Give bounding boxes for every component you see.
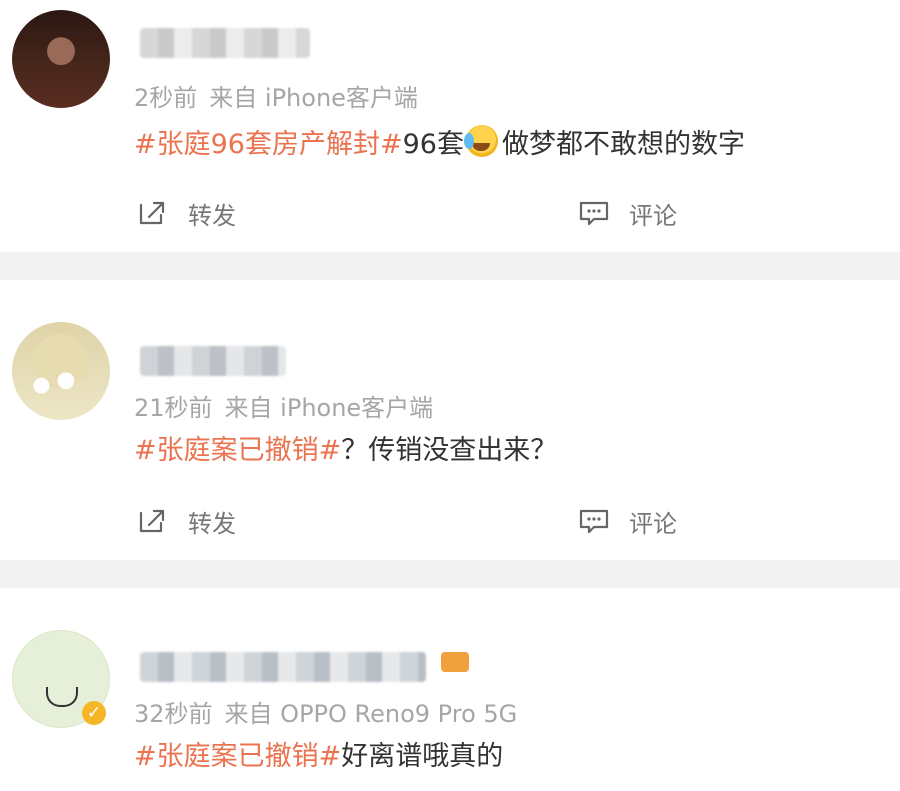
vip-badge-icon <box>441 652 469 672</box>
comment-button[interactable]: 评论 <box>577 190 677 236</box>
comment-source: 来自 iPhone客户端 <box>209 84 418 112</box>
comment-icon <box>577 196 611 230</box>
share-label: 转发 <box>188 509 236 538</box>
comment-time: 32秒前 <box>134 700 213 728</box>
comment-source: 来自 OPPO Reno9 Pro 5G <box>224 700 518 728</box>
comment-label: 评论 <box>629 201 677 230</box>
comment-card: 2秒前 来自 iPhone客户端 #张庭96套房产解封#96套 做梦都不敢想的数字 … <box>0 0 900 252</box>
comment-text-part: 96套 <box>402 129 464 160</box>
blurred-username[interactable] <box>140 28 310 58</box>
comment-text: #张庭案已撤销#？传销没查出来？ <box>134 428 557 467</box>
hashtag-link[interactable]: #张庭96套房产解封# <box>134 129 403 160</box>
share-label: 转发 <box>188 201 236 230</box>
comment-label: 评论 <box>629 509 677 538</box>
comment-text: #张庭案已撤销#好离谱哦真的 <box>134 734 503 773</box>
comment-meta: 21秒前 来自 iPhone客户端 <box>134 388 433 423</box>
comment-actions: 转发 评论 <box>0 498 900 544</box>
comment-time: 21秒前 <box>134 394 213 422</box>
comment-text-part: 好离谱哦真的 <box>341 741 504 772</box>
comment-feed: 2秒前 来自 iPhone客户端 #张庭96套房产解封#96套 做梦都不敢想的数字 … <box>0 0 900 791</box>
comment-meta: 32秒前 来自 OPPO Reno9 Pro 5G <box>134 694 517 729</box>
share-button[interactable]: 转发 <box>136 498 236 544</box>
comment-text-part: 做梦都不敢想的数字 <box>501 129 745 160</box>
comment-card: 21秒前 来自 iPhone客户端 #张庭案已撤销#？传销没查出来？ 转发 评论 <box>0 280 900 560</box>
comment-button[interactable]: 评论 <box>577 498 677 544</box>
avatar[interactable] <box>12 10 110 108</box>
share-button[interactable]: 转发 <box>136 190 236 236</box>
share-icon <box>136 196 170 230</box>
cry-laugh-emoji-icon <box>463 125 498 157</box>
blurred-username[interactable] <box>140 346 286 376</box>
comment-meta: 2秒前 来自 iPhone客户端 <box>134 78 418 113</box>
hashtag-link[interactable]: #张庭案已撤销# <box>134 741 341 772</box>
avatar[interactable] <box>12 322 110 420</box>
hashtag-link[interactable]: #张庭案已撤销# <box>134 435 341 466</box>
comment-card: ✓ 32秒前 来自 OPPO Reno9 Pro 5G #张庭案已撤销#好离谱哦真… <box>0 588 900 791</box>
blurred-username[interactable] <box>140 652 426 682</box>
comment-text-part: ？传销没查出来？ <box>341 435 558 466</box>
comment-actions: 转发 评论 <box>0 190 900 236</box>
comment-icon <box>577 504 611 538</box>
comment-time: 2秒前 <box>134 84 198 112</box>
comment-text: #张庭96套房产解封#96套 做梦都不敢想的数字 <box>134 122 745 161</box>
comment-source: 来自 iPhone客户端 <box>224 394 434 422</box>
share-icon <box>136 504 170 538</box>
verified-icon: ✓ <box>82 701 106 725</box>
